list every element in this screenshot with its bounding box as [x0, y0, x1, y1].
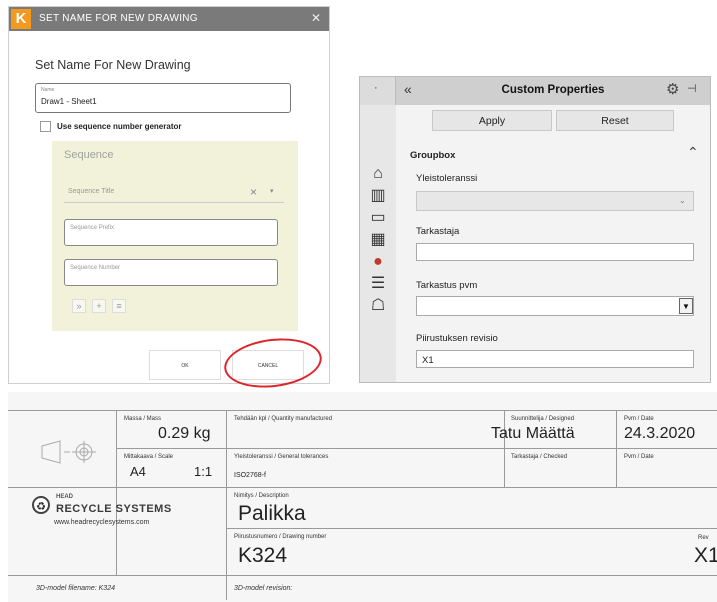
sequence-number-input[interactable]: Sequence Number [64, 259, 278, 286]
tarkastaja-input[interactable] [416, 243, 694, 261]
dropdown-arrow-icon[interactable]: ▾ [270, 187, 274, 195]
yleistoleranssi-select[interactable]: ⌄ [416, 191, 694, 211]
dropdown-arrow-icon[interactable]: ▼ [679, 298, 693, 314]
brand-name: RECYCLE SYSTEMS [56, 503, 172, 515]
list-view-icon[interactable]: ☰ [367, 273, 389, 295]
tarkastus-pvm-label: Tarkastus pvm [416, 280, 478, 291]
custom-properties-panel: · Custom Properties « ⚙ ⊣ ⌂ ▥ ▭ ▦ ● ☰ ☖ … [359, 76, 711, 383]
model-revision: 3D-model revision: [234, 585, 293, 592]
appearance-icon[interactable]: ● [367, 251, 389, 273]
sequence-number-placeholder: Sequence Number [70, 265, 121, 271]
list-icon[interactable]: ≡ [112, 299, 126, 313]
tarkastus-pvm-picker[interactable]: ▼ [416, 296, 694, 316]
folder-icon[interactable]: ▭ [367, 207, 389, 229]
scale-value: 1:1 [194, 464, 213, 479]
drawing-number-label: Piirustusnumero / Drawing number [234, 534, 327, 540]
dialog-heading: Set Name For New Drawing [35, 58, 191, 72]
clear-icon[interactable]: × [250, 185, 257, 199]
projection-symbol [41, 440, 96, 464]
gear-icon[interactable]: ⚙ [666, 80, 679, 98]
company-website: www.headrecyclesystems.com [54, 519, 150, 526]
chevron-up-icon[interactable]: ⌃ [687, 144, 699, 161]
name-field[interactable]: Name Draw1 - Sheet1 [35, 83, 291, 113]
sequence-prefix-placeholder: Sequence Prefix [70, 225, 115, 231]
properties-content: Apply Reset Groupbox ⌃ Yleistoleranssi ⌄… [396, 105, 710, 382]
date-label: Pvm / Date [624, 416, 654, 422]
name-field-label: Name [41, 87, 55, 93]
divider [116, 448, 717, 449]
divider [116, 410, 117, 575]
app-logo: K [11, 9, 31, 29]
sequence-title-placeholder: Sequence Title [68, 188, 115, 195]
sequence-generator-checkbox[interactable] [40, 121, 51, 132]
tarkastaja-label: Tarkastaja [416, 226, 460, 237]
description-label: Nimitys / Description [234, 493, 289, 499]
sequence-title-select[interactable]: Sequence Title × ▾ [64, 183, 284, 203]
designed-value: Tatu Määttä [491, 425, 575, 442]
set-name-dialog: K SET NAME FOR NEW DRAWING ✕ Set Name Fo… [8, 6, 330, 393]
panel-header: Custom Properties « ⚙ ⊣ [396, 77, 710, 105]
paper-size: A4 [130, 464, 146, 479]
date-value: 24.3.2020 [624, 425, 696, 442]
divider [226, 410, 227, 600]
cancel-highlight-circle [221, 333, 325, 393]
pin-icon[interactable]: ⊣ [687, 82, 697, 95]
quantity-label: Tehdään kpl / Quantity manufactured [234, 416, 333, 422]
piirustuksen-revisio-input[interactable]: X1 [416, 350, 694, 368]
checked-label: Tarkastaja / Checked [511, 454, 568, 460]
divider [226, 528, 717, 529]
brand-top: HEAD [56, 494, 74, 500]
mass-label: Massa / Mass [124, 416, 162, 422]
drawing-title-block: Massa / Mass 0.29 kg Tehdään kpl / Quant… [8, 392, 717, 602]
groupbox-label: Groupbox [410, 150, 456, 161]
mass-value: 0.29 kg [158, 425, 211, 442]
home-icon[interactable]: ⌂ [367, 163, 389, 185]
rev-label: Rev [698, 535, 709, 541]
panel-title: Custom Properties [501, 84, 605, 96]
sequence-prefix-input[interactable]: Sequence Prefix [64, 219, 278, 246]
chat-icon[interactable]: ☖ [367, 295, 389, 317]
sequence-panel: Sequence Sequence Title × ▾ Sequence Pre… [52, 141, 298, 331]
add-icon[interactable]: + [92, 299, 106, 313]
checked-date-label: Pvm / Date [624, 454, 654, 460]
expand-icon[interactable]: » [72, 299, 86, 313]
drawing-number-value: K324 [238, 544, 288, 567]
sequence-heading: Sequence [64, 149, 114, 161]
task-pane-tabs: ⌂ ▥ ▭ ▦ ● ☰ ☖ [360, 105, 396, 382]
revision-value: X1 [422, 355, 434, 366]
tolerance-value: ISO2768-f [234, 472, 266, 479]
tab-strip-header: · [360, 77, 396, 105]
apply-button[interactable]: Apply [432, 110, 552, 131]
model-filename: 3D-model filename: K324 [36, 585, 115, 592]
divider [8, 487, 717, 488]
palette-icon[interactable]: ▦ [367, 229, 389, 251]
dialog-titlebar: K SET NAME FOR NEW DRAWING ✕ [9, 7, 329, 31]
divider [8, 575, 717, 576]
ok-button[interactable]: OK [149, 350, 221, 380]
chevron-down-icon: ⌄ [679, 196, 686, 205]
dialog-title: SET NAME FOR NEW DRAWING [39, 13, 198, 24]
tab-marker: · [374, 82, 378, 94]
close-icon[interactable]: ✕ [309, 11, 323, 25]
yleistoleranssi-label: Yleistoleranssi [416, 173, 478, 184]
reset-button[interactable]: Reset [556, 110, 674, 131]
divider [8, 410, 717, 411]
piirustuksen-revisio-label: Piirustuksen revisio [416, 333, 498, 344]
sequence-generator-label: Use sequence number generator [57, 122, 182, 131]
scale-label: Mittakaava / Scale [124, 454, 174, 460]
rev-value: X1 [694, 544, 717, 567]
collapse-icon[interactable]: « [404, 81, 412, 97]
name-field-value: Draw1 - Sheet1 [41, 97, 97, 106]
designed-label: Suunnittelija / Designed [511, 416, 575, 422]
part-icon[interactable]: ▥ [367, 185, 389, 207]
tolerance-label: Yleistoleranssi / General tolerances [234, 454, 329, 460]
company-logo-icon: ♻ [32, 496, 50, 514]
description-value: Palikka [238, 502, 306, 525]
